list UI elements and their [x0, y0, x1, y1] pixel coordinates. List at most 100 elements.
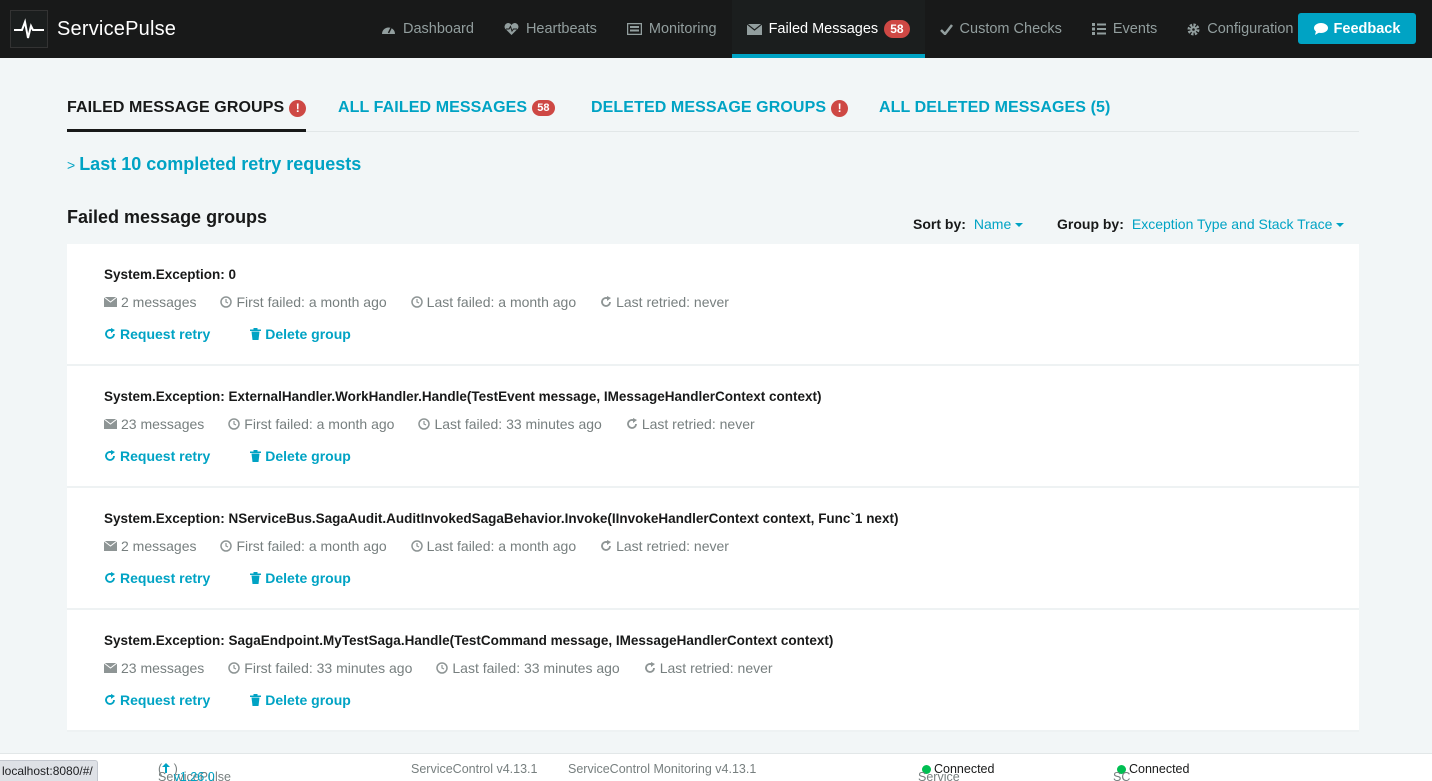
refresh-icon	[601, 296, 612, 307]
envelope-icon	[104, 541, 117, 551]
pulse-logo-icon	[10, 10, 48, 48]
last-failed-text: Last failed: a month ago	[426, 538, 577, 554]
message-count: 2 messages	[104, 538, 196, 554]
tab-failed-count-badge: 58	[532, 100, 555, 116]
delete-group-label: Delete group	[265, 692, 351, 708]
nav-failed-messages-label: Failed Messages	[768, 21, 879, 37]
servicecontrol-status-label: Service Control:	[918, 770, 960, 781]
nav-configuration[interactable]: Configuration	[1172, 0, 1308, 58]
alert-icon: !	[289, 100, 307, 117]
envelope-icon	[104, 419, 117, 429]
nav-dashboard[interactable]: Dashboard	[366, 0, 489, 58]
message-count-text: 2 messages	[121, 294, 197, 310]
nav-monitoring[interactable]: Monitoring	[612, 0, 732, 58]
servicecontrol-version: ServiceControl v4.13.1	[411, 762, 538, 776]
failed-group-row[interactable]: System.Exception: NServiceBus.SagaAudit.…	[67, 488, 1359, 610]
group-by-label: Group by:	[1057, 216, 1124, 232]
failed-count-badge: 58	[884, 20, 910, 38]
clock-icon	[410, 540, 423, 552]
retry-requests-label: Last 10 completed retry requests	[79, 154, 362, 174]
nav-configuration-label: Configuration	[1207, 21, 1294, 37]
clock-icon	[436, 662, 449, 674]
group-by-dropdown[interactable]: Exception Type and Stack Trace	[1132, 216, 1345, 232]
trash-icon	[250, 450, 262, 462]
clock-icon	[410, 296, 423, 308]
tab-failed-message-groups-label: FAILED MESSAGE GROUPS	[67, 99, 285, 116]
request-retry-button[interactable]: Request retry	[104, 570, 210, 586]
caret-down-icon	[1015, 223, 1024, 228]
failed-group-row[interactable]: System.Exception: SagaEndpoint.MyTestSag…	[67, 610, 1359, 732]
delete-group-label: Delete group	[265, 448, 351, 464]
tab-deleted-message-groups[interactable]: DELETED MESSAGE GROUPS !	[591, 88, 849, 132]
request-retry-button[interactable]: Request retry	[104, 448, 210, 464]
last-retried-text: Last retried: never	[616, 538, 729, 554]
tab-failed-message-groups[interactable]: FAILED MESSAGE GROUPS !	[67, 88, 307, 132]
group-title: System.Exception: NServiceBus.SagaAudit.…	[104, 511, 899, 526]
first-failed-text: First failed: a month ago	[244, 416, 395, 432]
group-actions: Request retry Delete group	[104, 570, 391, 586]
first-failed: First failed: 33 minutes ago	[228, 660, 412, 676]
last-failed-text: Last failed: 33 minutes ago	[434, 416, 602, 432]
group-title: System.Exception: ExternalHandler.WorkHa…	[104, 389, 822, 404]
first-failed: First failed: a month ago	[228, 416, 394, 432]
clock-icon	[418, 418, 431, 430]
request-retry-button[interactable]: Request retry	[104, 692, 210, 708]
delete-group-button[interactable]: Delete group	[250, 692, 351, 708]
nav-custom-checks[interactable]: Custom Checks	[925, 0, 1077, 58]
monitoring-version: ServiceControl Monitoring v4.13.1	[568, 762, 757, 776]
message-count-text: 2 messages	[121, 538, 197, 554]
tab-deleted-message-groups-label: DELETED MESSAGE GROUPS	[591, 99, 827, 116]
failed-messages-tabs: FAILED MESSAGE GROUPS ! ALL FAILED MESSA…	[67, 88, 1359, 132]
nav-failed-messages[interactable]: Failed Messages 58	[731, 0, 925, 58]
feedback-button[interactable]: Feedback	[1298, 13, 1416, 44]
group-title: System.Exception: SagaEndpoint.MyTestSag…	[104, 633, 834, 648]
request-retry-button[interactable]: Request retry	[104, 326, 210, 342]
group-by-value: Exception Type and Stack Trace	[1131, 216, 1333, 232]
tab-all-deleted-messages[interactable]: ALL DELETED MESSAGES (5)	[879, 88, 1110, 132]
clock-icon	[228, 418, 241, 430]
delete-group-button[interactable]: Delete group	[250, 570, 351, 586]
clock-icon	[228, 662, 241, 674]
clock-icon	[220, 296, 233, 308]
first-failed-text: First failed: 33 minutes ago	[244, 660, 413, 676]
main-nav: Dashboard Heartbeats Monitoring Failed M…	[366, 0, 1308, 58]
first-failed-text: First failed: a month ago	[236, 538, 387, 554]
clock-icon	[220, 540, 233, 552]
last-retried-text: Last retried: never	[659, 660, 773, 676]
list-icon	[1091, 23, 1106, 35]
group-actions: Request retry Delete group	[104, 448, 391, 464]
app-name: ServicePulse	[57, 17, 177, 40]
failed-group-row[interactable]: System.Exception: 0 2 messages First fai…	[67, 244, 1359, 366]
failed-group-row[interactable]: System.Exception: ExternalHandler.WorkHa…	[67, 366, 1359, 488]
delete-group-button[interactable]: Delete group	[250, 326, 351, 342]
first-failed: First failed: a month ago	[220, 538, 387, 554]
delete-group-button[interactable]: Delete group	[250, 448, 351, 464]
last-failed: Last failed: 33 minutes ago	[436, 660, 620, 676]
comment-icon	[1313, 22, 1328, 35]
refresh-icon	[105, 572, 115, 583]
app-logo[interactable]: ServicePulse	[10, 10, 176, 48]
sort-by-value: Name	[973, 216, 1012, 232]
message-count: 23 messages	[104, 660, 204, 676]
retry-requests-toggle[interactable]: > Last 10 completed retry requests	[67, 154, 361, 175]
message-count-text: 23 messages	[121, 416, 205, 432]
last-retried-text: Last retried: never	[641, 416, 755, 432]
last-failed: Last failed: a month ago	[410, 538, 577, 554]
message-count: 23 messages	[104, 416, 204, 432]
tab-all-failed-messages[interactable]: ALL FAILED MESSAGES 58	[338, 88, 555, 132]
nav-heartbeats[interactable]: Heartbeats	[489, 0, 612, 58]
last-failed: Last failed: a month ago	[410, 294, 576, 310]
message-count: 2 messages	[104, 294, 196, 310]
message-count-text: 23 messages	[121, 660, 205, 676]
sort-by-label: Sort by:	[913, 216, 966, 232]
delete-group-label: Delete group	[265, 326, 351, 342]
envelope-icon	[746, 23, 762, 35]
first-failed: First failed: a month ago	[220, 294, 387, 310]
monitoring-status-label: SC Monitoring:	[1113, 770, 1131, 781]
group-title: System.Exception: 0	[104, 267, 237, 282]
browser-status-url: localhost:8080/#/	[0, 760, 98, 781]
sort-by-dropdown[interactable]: Name	[973, 216, 1024, 232]
last-retried: Last retried: never	[626, 416, 755, 432]
group-meta: 23 messages First failed: a month ago La…	[104, 416, 779, 432]
nav-events[interactable]: Events	[1077, 0, 1172, 58]
